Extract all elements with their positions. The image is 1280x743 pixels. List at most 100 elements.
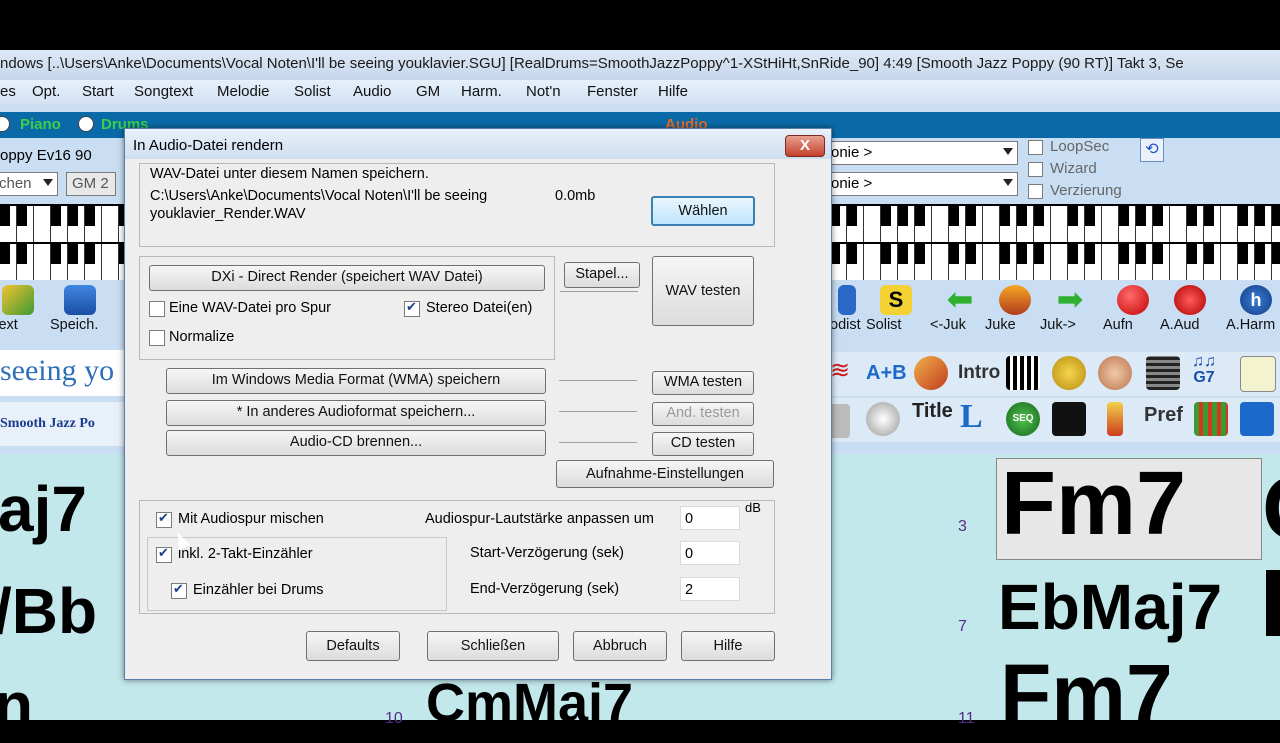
menu-item-fenster[interactable]: Fenster: [587, 83, 638, 100]
gm-button[interactable]: GM 2: [66, 172, 116, 196]
piano-keyboard-right-2[interactable]: [830, 242, 1280, 280]
speaker-icon[interactable]: [1052, 356, 1086, 390]
piano-keyboard-left-1[interactable]: [0, 204, 124, 242]
track-radio-drums[interactable]: [78, 116, 94, 132]
stereo-files-checkbox[interactable]: [404, 299, 420, 317]
burn-cd-button[interactable]: Audio-CD brennen...: [166, 430, 546, 456]
solist-button[interactable]: S Solist: [866, 282, 926, 340]
recording-settings-button[interactable]: Aufnahme-Einstellungen: [556, 460, 774, 488]
next-button[interactable]: Next: [0, 282, 48, 340]
chord-right-3: Fm7: [1000, 647, 1173, 741]
other-format-button[interactable]: * In anderes Audioformat speichern...: [166, 400, 546, 426]
mixer-slider-icon[interactable]: [1107, 402, 1123, 436]
divider: [559, 411, 637, 412]
juke-next-button[interactable]: ➡ Juk->: [1040, 282, 1100, 340]
intro-icon[interactable]: Intro: [958, 362, 1000, 384]
lyrics-l-icon[interactable]: L: [960, 398, 983, 436]
menu-item-opt[interactable]: Opt.: [32, 83, 60, 100]
render-audio-dialog: In Audio-Datei rendern X WAV-Datei unter…: [124, 128, 832, 680]
track-radio-piano[interactable]: [0, 116, 10, 132]
chord-left-1: aj7: [0, 473, 87, 545]
a-b-icon[interactable]: A+B: [866, 362, 907, 385]
refresh-icon[interactable]: ⟲: [1140, 138, 1164, 162]
audio-harmony-button[interactable]: h A.Harm: [1226, 282, 1280, 340]
floppy-disk-icon: [64, 285, 96, 315]
title-icon[interactable]: Title: [912, 400, 953, 423]
verzierung-checkbox[interactable]: [1028, 184, 1043, 199]
menu-item-solist[interactable]: Solist: [294, 83, 331, 100]
track-piano[interactable]: Piano: [20, 116, 61, 133]
juke-prev-button[interactable]: ⬅ <-Juk: [930, 282, 990, 340]
dxi-render-button[interactable]: DXi - Direct Render (speichert WAV Datei…: [149, 265, 545, 291]
waveform-icon[interactable]: ≋: [830, 356, 864, 390]
test-cd-button[interactable]: CD testen: [652, 432, 754, 456]
lyric-display: seeing yo: [0, 350, 124, 396]
record-button[interactable]: Aufn: [1103, 282, 1163, 340]
bar-number: 11: [958, 710, 975, 727]
lead-sheet-icon[interactable]: [1240, 402, 1274, 436]
test-wav-button[interactable]: WAV testen: [652, 256, 754, 326]
menu-item-file[interactable]: es: [0, 83, 16, 100]
menu-item-audio[interactable]: Audio: [353, 83, 391, 100]
cancel-button[interactable]: Abbruch: [573, 631, 667, 661]
instrument-combo-value: chen: [0, 175, 32, 192]
notation-icon[interactable]: [1240, 356, 1276, 392]
loopsec-checkbox[interactable]: [1028, 140, 1043, 155]
piano-keyboard-left-2[interactable]: [0, 242, 124, 280]
menu-item-hilfe[interactable]: Hilfe: [658, 83, 688, 100]
close-icon[interactable]: X: [785, 135, 825, 157]
end-delay-input[interactable]: 2: [680, 577, 740, 601]
one-wav-per-track-checkbox[interactable]: [149, 301, 165, 317]
volume-input[interactable]: 0: [680, 506, 740, 530]
save-button[interactable]: Speich.: [50, 282, 110, 340]
defaults-button[interactable]: Defaults: [306, 631, 400, 661]
mixer-icon[interactable]: [1194, 402, 1228, 436]
menu-item-start[interactable]: Start: [82, 83, 114, 100]
dialog-title: In Audio-Datei rendern: [133, 137, 284, 154]
current-chord-highlight[interactable]: Fm7: [996, 454, 1262, 560]
drum-icon[interactable]: [866, 402, 900, 436]
next-icon: [2, 285, 34, 315]
next-label: Next: [0, 317, 18, 333]
bar-number: 7: [958, 618, 967, 635]
help-button[interactable]: Hilfe: [681, 631, 775, 661]
guitarist-icon[interactable]: [1052, 402, 1086, 436]
chord-left-2: /Bb: [0, 575, 98, 647]
count-in-drums-checkbox[interactable]: [171, 581, 187, 599]
instrument-combo[interactable]: chen: [0, 172, 58, 196]
count-in-checkbox[interactable]: [156, 545, 172, 563]
menu-item-notn[interactable]: Not'n: [526, 83, 561, 100]
one-wav-per-track-label: Eine WAV-Datei pro Spur: [169, 300, 331, 316]
style-combo-2[interactable]: onie >: [830, 172, 1018, 196]
choose-file-button[interactable]: Wählen: [651, 196, 755, 226]
film-icon[interactable]: [1146, 356, 1180, 390]
wizard-checkbox[interactable]: [1028, 162, 1043, 177]
menu-item-harm[interactable]: Harm.: [461, 83, 502, 100]
ear-icon[interactable]: [1098, 356, 1132, 390]
mix-audio-checkbox[interactable]: [156, 510, 172, 528]
save-wma-button[interactable]: Im Windows Media Format (WMA) speichern: [166, 368, 546, 394]
record-audio-button[interactable]: A.Aud: [1160, 282, 1220, 340]
juke-label: Juke: [985, 317, 1016, 333]
menu-item-melodie[interactable]: Melodie: [217, 83, 270, 100]
solist-s-icon: S: [880, 285, 912, 315]
keyboard-icon[interactable]: [1006, 356, 1040, 390]
seq-icon[interactable]: SEQ: [1006, 402, 1040, 436]
menu-item-gm[interactable]: GM: [416, 83, 440, 100]
batch-button[interactable]: Stapel...: [564, 262, 640, 288]
pref-icon[interactable]: Pref: [1144, 404, 1183, 427]
piano-keyboard-right-1[interactable]: [830, 204, 1280, 242]
normalize-checkbox[interactable]: [149, 330, 165, 346]
guitar-icon[interactable]: [914, 356, 948, 390]
juke-button[interactable]: Juke: [985, 282, 1045, 340]
menu-item-songtext[interactable]: Songtext: [134, 83, 193, 100]
file-path-line-1: C:\Users\Anke\Documents\Vocal Noten\I'll…: [150, 188, 488, 204]
test-other-format-button[interactable]: And. testen: [652, 402, 754, 426]
start-delay-input[interactable]: 0: [680, 541, 740, 565]
solist-label: Solist: [866, 317, 902, 333]
notes-g7-icon[interactable]: ♫♫ G7: [1192, 354, 1216, 386]
gm-label: GM 2: [72, 175, 109, 192]
close-dialog-button[interactable]: Schließen: [427, 631, 559, 661]
style-combo-1[interactable]: onie >: [830, 141, 1018, 165]
test-wma-button[interactable]: WMA testen: [652, 371, 754, 395]
